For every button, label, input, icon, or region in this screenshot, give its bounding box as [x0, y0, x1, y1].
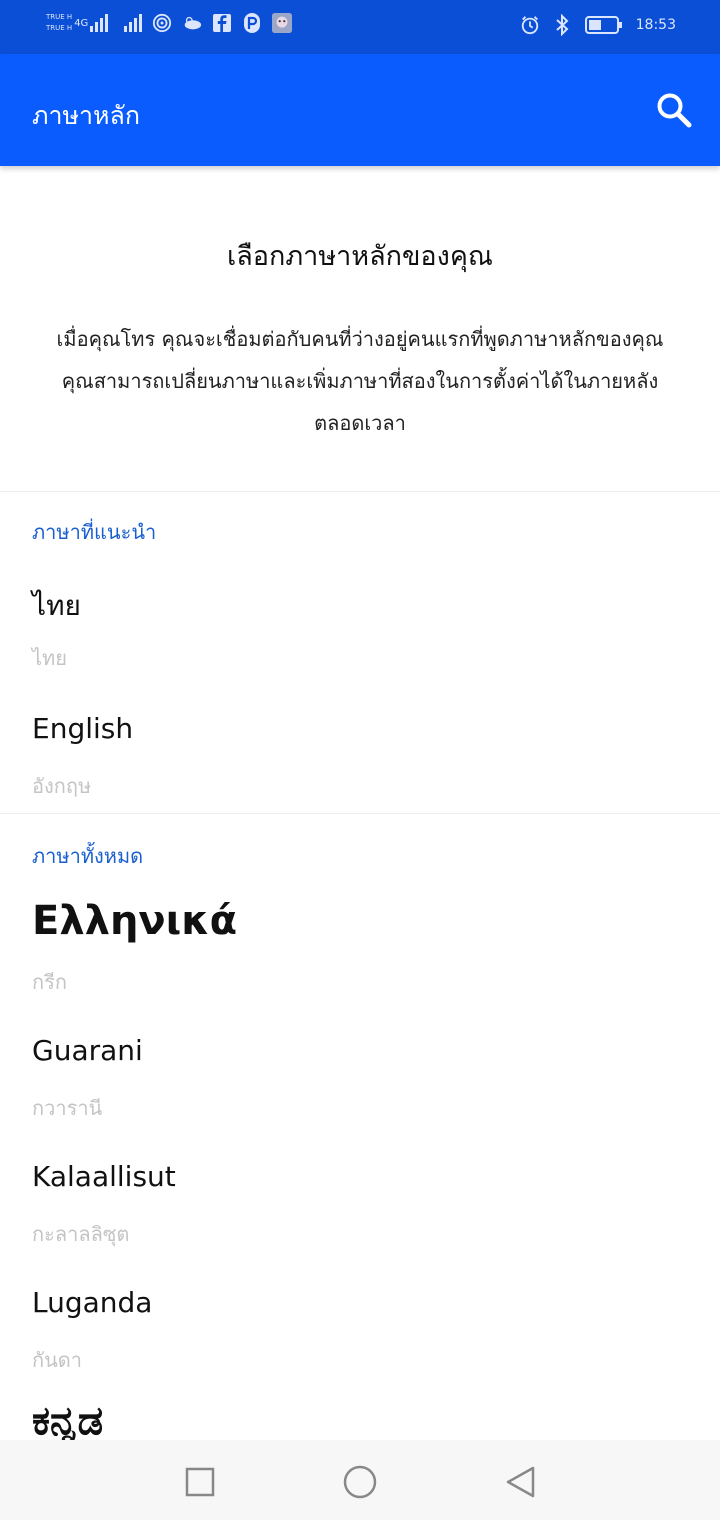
alarm-icon — [520, 15, 540, 35]
back-button[interactable] — [500, 1462, 540, 1502]
language-subtitle: กวารานี — [32, 1096, 103, 1120]
facebook-icon — [212, 13, 232, 33]
language-subtitle: กะลาลลิซุต — [32, 1222, 130, 1246]
section-label-all: ภาษาทั้งหมด — [32, 844, 144, 868]
intro-description: เมื่อคุณโทร คุณจะเชื่อมต่อกับคนที่ว่างอย… — [56, 327, 664, 435]
divider — [0, 491, 720, 492]
wifi-icon — [152, 13, 172, 33]
language-subtitle: กันดา — [32, 1348, 82, 1372]
bluetooth-icon — [552, 14, 572, 36]
page-title: ภาษาหลัก — [32, 101, 140, 130]
avatar-icon — [272, 13, 293, 33]
network-type: 4G — [74, 17, 89, 29]
home-button[interactable] — [340, 1462, 380, 1502]
weather-icon — [182, 13, 202, 33]
language-name: Ελληνικά — [32, 898, 238, 944]
system-nav-bar — [0, 1440, 720, 1520]
language-name: ไทย — [32, 589, 81, 622]
intro-section: เลือกภาษาหลักของคุณ เมื่อคุณโทร คุณจะเชื… — [0, 166, 720, 491]
language-name: Kalaallisut — [32, 1160, 176, 1193]
battery-icon — [584, 15, 624, 35]
status-time: 18:53 — [635, 17, 676, 33]
search-icon — [657, 93, 692, 128]
language-name: ಕನ್ನಡ — [32, 1398, 104, 1444]
carrier-label-1: TRUE H — [46, 13, 73, 21]
search-button[interactable] — [654, 90, 694, 130]
recent-apps-icon — [185, 1467, 215, 1497]
home-icon — [343, 1465, 377, 1499]
language-name: Guarani — [32, 1034, 143, 1067]
divider — [0, 813, 720, 814]
app-bar: ภาษาหลัก — [0, 54, 720, 166]
signal-icon — [90, 14, 109, 32]
language-name: English — [32, 712, 134, 745]
status-bar: TRUE H TRUE H 4G 18:53 — [0, 0, 720, 54]
language-subtitle: อังกฤษ — [32, 774, 92, 798]
signal-icon — [124, 14, 143, 32]
recent-apps-button[interactable] — [180, 1462, 220, 1502]
language-subtitle: กรีก — [32, 970, 67, 994]
section-label-suggested: ภาษาที่แนะนำ — [32, 520, 157, 544]
intro-title: เลือกภาษาหลักของคุณ — [227, 241, 493, 272]
app-icon — [242, 13, 262, 33]
language-subtitle: ไทย — [32, 646, 67, 670]
language-name: Luganda — [32, 1286, 153, 1319]
carrier-label-2: TRUE H — [46, 24, 73, 32]
back-icon — [506, 1466, 535, 1498]
